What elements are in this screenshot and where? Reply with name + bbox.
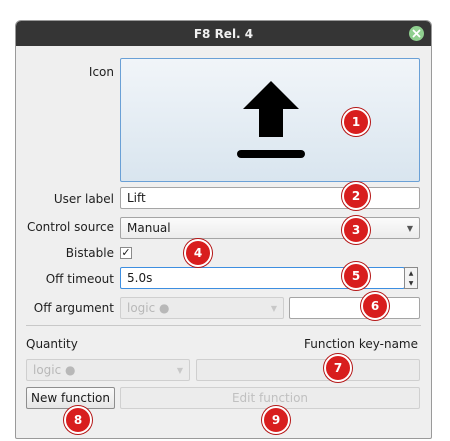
chevron-down-icon: ▼ <box>270 303 277 313</box>
control-source-select[interactable]: Manual ▼ <box>120 217 420 239</box>
user-label-input[interactable]: Lift <box>120 187 420 209</box>
marker-6: 6 <box>361 292 389 320</box>
off-timeout-label: Off timeout <box>45 272 114 286</box>
user-label-label: User label <box>53 192 114 206</box>
control-source-value: Manual <box>127 221 171 235</box>
upload-icon <box>237 81 305 158</box>
quantity-label: Quantity <box>26 337 78 351</box>
marker-3: 3 <box>342 216 370 244</box>
marker-5: 5 <box>342 262 370 290</box>
off-argument-label: Off argument <box>33 301 114 315</box>
close-button[interactable] <box>409 26 424 41</box>
title-bar: F8 Rel. 4 <box>16 21 431 46</box>
chevron-down-icon[interactable]: ▼ <box>409 280 414 287</box>
bistable-label: Bistable <box>65 246 114 260</box>
marker-2: 2 <box>342 182 370 210</box>
quantity-value: logic ● <box>33 363 76 377</box>
marker-1: 1 <box>342 108 370 136</box>
off-argument-value: logic ● <box>127 301 170 315</box>
close-icon <box>412 29 421 38</box>
function-key-name-input <box>196 359 420 381</box>
control-source-label: Control source <box>26 220 114 234</box>
marker-4: 4 <box>184 239 212 267</box>
function-key-name-label: Function key-name <box>303 337 418 351</box>
off-timeout-stepper[interactable]: ▲ ▼ <box>404 267 418 289</box>
quantity-select: logic ● ▼ <box>26 359 190 381</box>
marker-8: 8 <box>64 406 92 434</box>
chevron-up-icon[interactable]: ▲ <box>409 270 414 277</box>
chevron-down-icon: ▼ <box>176 365 183 375</box>
bistable-checkbox[interactable]: ✓ <box>120 247 132 259</box>
off-argument-select: logic ● ▼ <box>120 297 284 319</box>
window-title: F8 Rel. 4 <box>193 26 254 41</box>
chevron-down-icon: ▼ <box>406 223 413 233</box>
new-function-button[interactable]: New function <box>26 387 115 409</box>
edit-function-button: Edit function <box>120 387 420 409</box>
separator <box>26 325 421 326</box>
off-argument-input[interactable] <box>289 297 420 319</box>
icon-button[interactable] <box>120 58 420 182</box>
marker-9: 9 <box>262 406 290 434</box>
marker-7: 7 <box>324 354 352 382</box>
icon-label: Icon <box>88 65 114 79</box>
